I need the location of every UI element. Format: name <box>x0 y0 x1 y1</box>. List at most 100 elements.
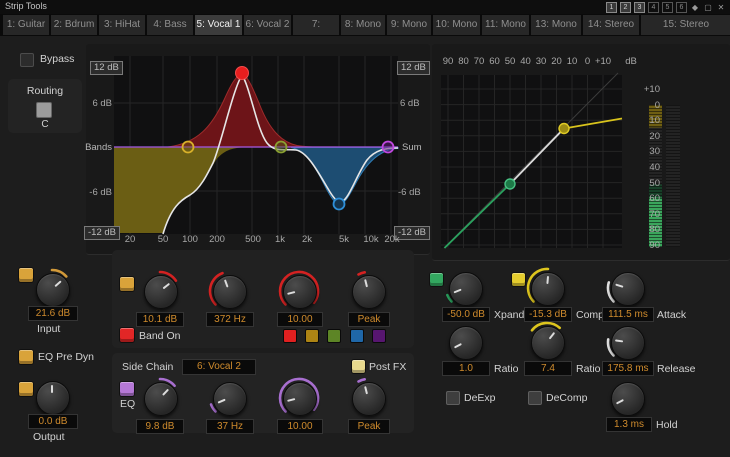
pin-icon[interactable]: ◆ <box>690 3 700 12</box>
deexp-checkbox[interactable] <box>446 391 460 405</box>
attack-label: Attack <box>657 309 686 321</box>
layout-button-5[interactable]: 5 <box>662 2 673 13</box>
layout-button-6[interactable]: 6 <box>676 2 687 13</box>
dyn-compressor-knee-handle[interactable] <box>559 124 569 134</box>
band-freq-value[interactable]: 372 Hz <box>206 312 254 327</box>
channel-tab-3[interactable]: 3: HiHat <box>99 15 145 35</box>
dyn-output-label-50: 50 <box>634 178 660 189</box>
band-type-knob[interactable] <box>346 269 390 313</box>
expander-ratio-value[interactable]: 1.0 <box>442 361 490 376</box>
layout-button-1[interactable]: 1 <box>606 2 617 13</box>
band-gain-value[interactable]: 10.1 dB <box>136 312 184 327</box>
band-q-knob[interactable] <box>277 269 321 313</box>
band-select-square-2[interactable] <box>305 329 319 343</box>
channel-tab-14[interactable]: 15: Stereo <box>641 15 730 35</box>
side-chain-gain-knob[interactable] <box>138 376 182 420</box>
channel-tab-11[interactable]: 11: Mono <box>482 15 529 35</box>
routing-button[interactable] <box>36 102 52 118</box>
compressor-ratio-value[interactable]: 7.4 <box>524 361 572 376</box>
post-fx-toggle[interactable] <box>351 359 366 374</box>
expander-ratio-label: Ratio <box>494 363 519 375</box>
release-value[interactable]: 175.8 ms <box>602 361 654 376</box>
eq-band2-handle[interactable] <box>236 67 249 80</box>
hold-value[interactable]: 1.3 ms <box>606 417 652 432</box>
band-type-value[interactable]: Peak <box>348 312 390 327</box>
knob-body <box>611 382 645 416</box>
compressor-enable-toggle[interactable] <box>511 272 526 287</box>
decomp-checkbox[interactable] <box>528 391 542 405</box>
dyn-output-label-80: 80 <box>634 224 660 235</box>
channel-tab-8[interactable]: 8: Mono <box>341 15 385 35</box>
close-icon[interactable]: ✕ <box>716 3 726 12</box>
output-gain-knob[interactable] <box>30 375 74 419</box>
input-gain-knob[interactable] <box>30 267 74 311</box>
knob-body <box>144 275 178 309</box>
eq-pre-dyn-toggle[interactable] <box>18 349 34 365</box>
input-label: Input <box>37 323 60 335</box>
channel-tab-9[interactable]: 9: Mono <box>387 15 431 35</box>
eq-band5-handle[interactable] <box>383 142 394 153</box>
maximize-icon[interactable]: ▢ <box>703 3 713 12</box>
expander-ratio-knob[interactable] <box>443 320 487 364</box>
eq-ylabel-top-right: 12 dB <box>397 61 430 75</box>
band-gain-enable-toggle[interactable] <box>119 276 135 292</box>
channel-tab-1[interactable]: 1: Guitar <box>3 15 49 35</box>
layout-button-3[interactable]: 3 <box>634 2 645 13</box>
hold-label: Hold <box>656 419 678 431</box>
dyn-output-label-20: 20 <box>634 131 660 142</box>
knob-body <box>352 382 386 416</box>
band-on-toggle[interactable] <box>119 327 135 343</box>
side-chain-source-dropdown[interactable]: 6: Vocal 2 <box>182 359 256 375</box>
layout-button-4[interactable]: 4 <box>648 2 659 13</box>
side-chain-freq-value[interactable]: 37 Hz <box>206 419 254 434</box>
band-select-square-5[interactable] <box>372 329 386 343</box>
side-chain-type-value[interactable]: Peak <box>348 419 390 434</box>
dyn-output-label-70: 70 <box>634 209 660 220</box>
side-chain-q-value[interactable]: 10.00 <box>277 419 323 434</box>
channel-tab-6[interactable]: 6: Vocal 2 <box>244 15 291 35</box>
hold-knob[interactable] <box>605 376 649 420</box>
input-gain-value[interactable]: 21.6 dB <box>28 306 78 321</box>
band-gain-knob[interactable] <box>138 269 182 313</box>
compressor-ratio-knob[interactable] <box>525 320 569 364</box>
compressor-ratio-label: Ratio <box>576 363 601 375</box>
channel-tab-5[interactable]: 5: Vocal 1 <box>195 15 242 35</box>
output-gain-value[interactable]: 0.0 dB <box>28 414 78 429</box>
attack-knob[interactable] <box>605 266 649 310</box>
channel-tab-10[interactable]: 10: Mono <box>433 15 480 35</box>
channel-tab-13[interactable]: 14: Stereo <box>583 15 639 35</box>
side-chain-q-knob[interactable] <box>277 376 321 420</box>
side-chain-type-knob[interactable] <box>346 376 390 420</box>
knob-body <box>36 381 70 415</box>
band-q-value[interactable]: 10.00 <box>277 312 323 327</box>
eq-band4-handle[interactable] <box>334 199 345 210</box>
release-knob[interactable] <box>605 320 649 364</box>
expander-threshold-knob[interactable] <box>443 266 487 310</box>
eq-band1-handle[interactable] <box>183 142 194 153</box>
eq-freq-label-50: 50 <box>149 234 177 245</box>
compressor-threshold-knob[interactable] <box>525 266 569 310</box>
dyn-expander-knee-handle[interactable] <box>505 179 515 189</box>
bypass-checkbox[interactable] <box>20 53 34 67</box>
channel-tab-2[interactable]: 2: Bdrum <box>51 15 97 35</box>
band-select-square-3[interactable] <box>327 329 341 343</box>
side-chain-freq-knob[interactable] <box>207 376 251 420</box>
channel-tab-12[interactable]: 13: Mono <box>531 15 581 35</box>
side-chain-gain-value[interactable]: 9.8 dB <box>136 419 184 434</box>
eq-ylabel-6-left: 6 dB <box>82 98 112 109</box>
dyn-input-label-+10: +10 <box>591 56 615 67</box>
layout-button-2[interactable]: 2 <box>620 2 631 13</box>
dynamics-plot <box>435 70 647 252</box>
band-select-square-4[interactable] <box>350 329 364 343</box>
knob-body <box>449 326 483 360</box>
expander-enable-toggle[interactable] <box>429 272 444 287</box>
channel-tab-4[interactable]: 4: Bass <box>147 15 193 35</box>
compressor-label: Comp <box>576 309 604 321</box>
band-freq-knob[interactable] <box>207 269 251 313</box>
channel-tab-7[interactable]: 7: <box>293 15 339 35</box>
eq-ylabel-6-right: 6 dB <box>400 98 420 109</box>
post-fx-label: Post FX <box>369 361 406 373</box>
eq-band3-handle[interactable] <box>276 142 287 153</box>
side-chain-eq-toggle[interactable] <box>119 381 135 397</box>
band-select-square-1[interactable] <box>283 329 297 343</box>
